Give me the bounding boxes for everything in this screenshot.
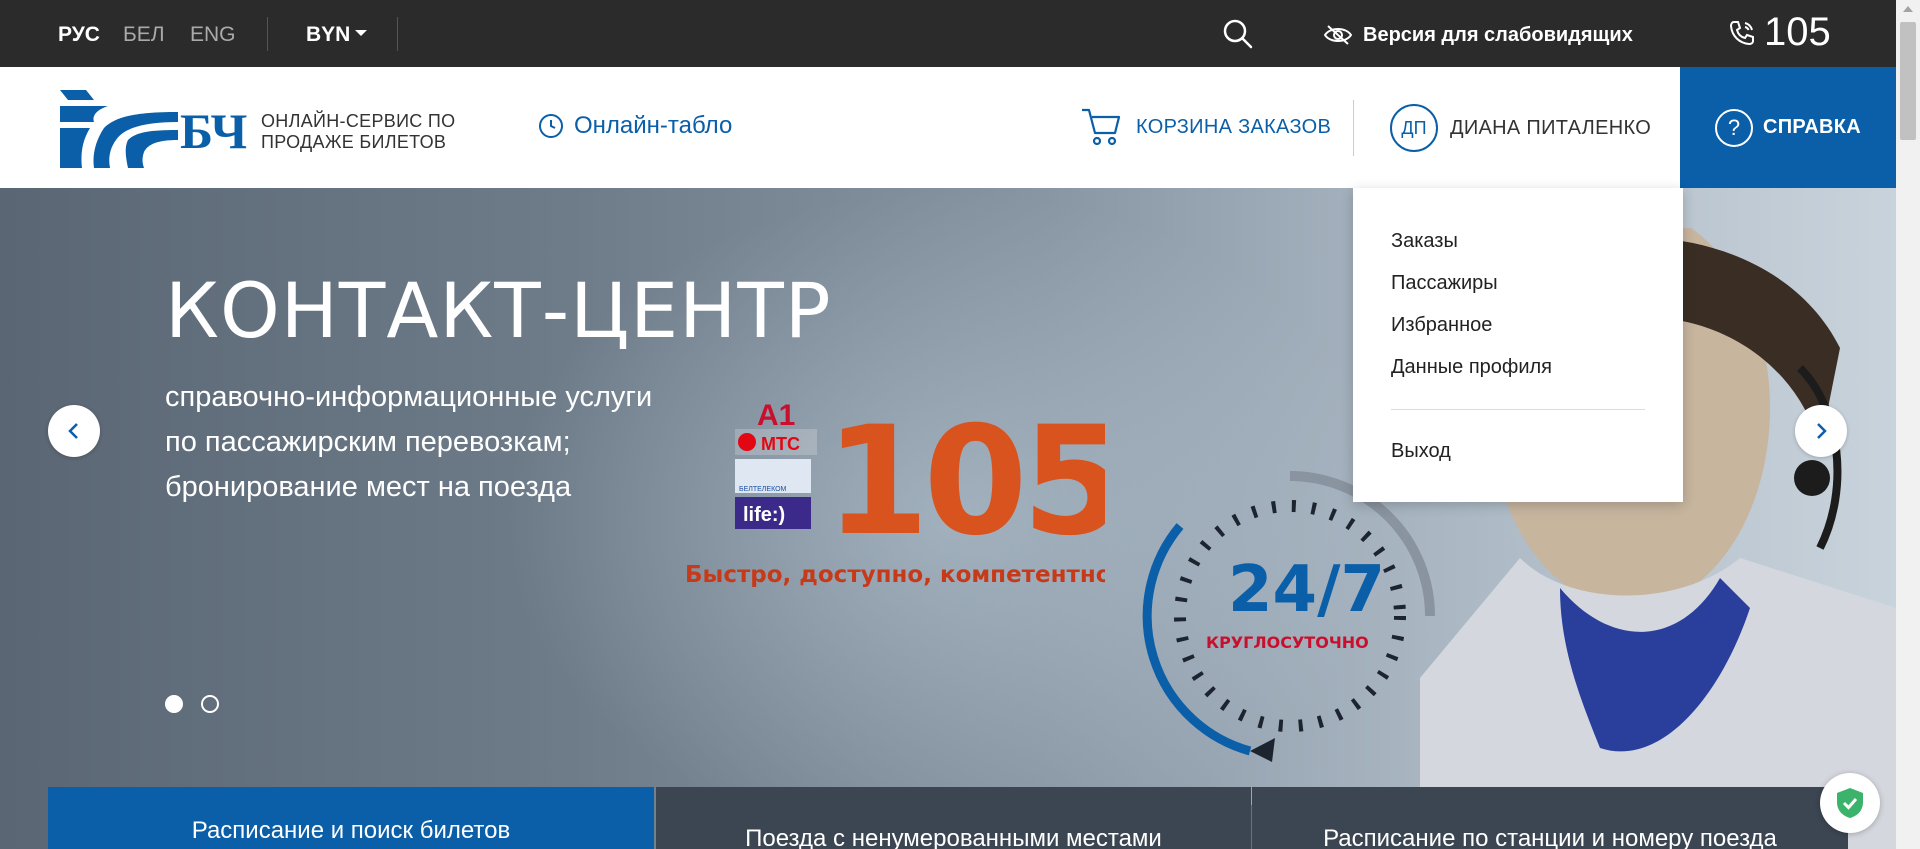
life-logo: life:) xyxy=(743,504,785,526)
menu-divider xyxy=(1391,409,1645,410)
scrollbar-thumb[interactable] xyxy=(1900,22,1916,140)
currency-label: BYN xyxy=(306,23,351,46)
online-board-link[interactable]: Онлайн-табло xyxy=(538,112,732,140)
menu-item-passengers[interactable]: Пассажиры xyxy=(1391,272,1498,295)
menu-item-favorites[interactable]: Избранное xyxy=(1391,314,1492,337)
shield-check-icon xyxy=(1837,788,1863,818)
visually-impaired-button[interactable]: Версия для слабовидящих xyxy=(1323,20,1633,50)
tab-label: Расписание по станции и номеру поезда xyxy=(1323,825,1777,849)
help-label: СПРАВКА xyxy=(1762,116,1862,138)
search-icon[interactable] xyxy=(1222,18,1254,50)
tab-label: Расписание и поиск билетов xyxy=(191,817,511,844)
lang-be[interactable]: БЕЛ xyxy=(123,23,165,47)
phone-icon xyxy=(1729,20,1754,45)
logo-caption-line2: ПРОДАЖЕ БИЛЕТОВ xyxy=(261,132,447,152)
tab-station-schedule[interactable]: Расписание по станции и номеру поезда xyxy=(1252,787,1848,849)
currency-select[interactable]: BYN xyxy=(306,23,368,47)
promo-tagline: Быстро, доступно, компетентно! xyxy=(685,562,1105,588)
logo-letters: БЧ xyxy=(180,103,247,159)
eye-crossed-icon xyxy=(1323,25,1353,45)
carousel-dot-2[interactable] xyxy=(201,695,219,713)
carousel-next-button[interactable] xyxy=(1795,405,1847,457)
menu-item-profile[interactable]: Данные профиля xyxy=(1391,356,1552,379)
carousel-prev-button[interactable] xyxy=(48,405,100,457)
visually-impaired-label: Версия для слабовидящих xyxy=(1363,23,1633,46)
hero-subtitle-line: бронирование мест на поезда xyxy=(165,471,572,503)
user-name: ДИАНА ПИТАЛЕНКО xyxy=(1450,116,1652,139)
lang-en[interactable]: ENG xyxy=(190,23,236,47)
question-icon: ? xyxy=(1714,108,1753,147)
help-button[interactable]: ? СПРАВКА xyxy=(1680,67,1896,188)
scroll-up-arrow-icon[interactable] xyxy=(1903,6,1913,12)
main-header: БЧ ОНЛАЙН-СЕРВИС ПО ПРОДАЖЕ БИЛЕТОВ Онла… xyxy=(0,67,1896,188)
user-menu-dropdown: Заказы Пассажиры Избранное Данные профил… xyxy=(1353,188,1683,502)
phone-link[interactable]: 105 xyxy=(1728,10,1831,55)
top-bar: РУС БЕЛ ENG BYN Версия для слабовидящих … xyxy=(0,0,1896,67)
divider xyxy=(267,17,268,51)
clock-24-7-graphic: 24/7 КРУГЛОСУТОЧНО xyxy=(1142,471,1435,762)
avatar: ДП xyxy=(1390,104,1438,152)
divider xyxy=(1353,100,1354,156)
beltelecom-logo: БЕЛТЕЛЕКОМ xyxy=(739,486,787,493)
logo-caption-line1: ОНЛАЙН-СЕРВИС ПО xyxy=(261,111,456,131)
menu-item-orders[interactable]: Заказы xyxy=(1391,230,1458,253)
chevron-left-icon xyxy=(68,423,78,439)
bch-logo[interactable]: БЧ xyxy=(58,90,253,168)
mts-egg-icon xyxy=(738,433,756,451)
tab-label: Поезда с ненумерованными местами xyxy=(745,825,1162,849)
cart-link[interactable]: КОРЗИНА ЗАКАЗОВ xyxy=(1080,107,1331,147)
divider xyxy=(397,17,398,51)
clock-sublabel: КРУГЛОСУТОЧНО xyxy=(1206,633,1369,652)
chevron-right-icon xyxy=(1817,423,1827,439)
logo-caption: ОНЛАЙН-СЕРВИС ПО ПРОДАЖЕ БИЛЕТОВ xyxy=(261,111,455,153)
clock-icon xyxy=(539,114,563,138)
clock-label: 24/7 xyxy=(1228,553,1385,627)
hero-subtitle-line: справочно-информационные услуги xyxy=(165,381,653,413)
caret-down-icon xyxy=(355,30,368,37)
page-scrollbar[interactable] xyxy=(1896,0,1920,849)
promo-number: 105 xyxy=(825,395,1105,569)
tab-non-numbered-trains[interactable]: Поезда с ненумерованными местами xyxy=(656,787,1251,849)
cart-icon xyxy=(1082,108,1121,146)
online-board-label: Онлайн-табло xyxy=(574,112,733,139)
phone-number: 105 xyxy=(1764,10,1831,54)
user-menu-toggle[interactable]: ДП ДИАНА ПИТАЛЕНКО xyxy=(1390,104,1651,152)
mts-logo: МТС xyxy=(761,434,800,454)
tab-schedule-search[interactable]: Расписание и поиск билетов xyxy=(48,787,654,849)
lang-ru[interactable]: РУС xyxy=(58,23,100,47)
hero-subtitle: справочно-информационные услуги по пасса… xyxy=(165,375,725,510)
security-shield-button[interactable] xyxy=(1820,773,1880,833)
hero-subtitle-line: по пассажирским перевозкам; xyxy=(165,426,571,458)
cart-label: КОРЗИНА ЗАКАЗОВ xyxy=(1136,115,1332,138)
hero-title: КОНТАКТ-ЦЕНТР xyxy=(165,266,832,355)
carousel-dot-1[interactable] xyxy=(165,695,183,713)
menu-item-logout[interactable]: Выход xyxy=(1391,440,1451,463)
a1-logo: A1 xyxy=(757,399,795,432)
promo-105-banner: A1 МТС БЕЛТЕЛЕКОМ life:) 105 Быстро, дос… xyxy=(685,395,1105,588)
